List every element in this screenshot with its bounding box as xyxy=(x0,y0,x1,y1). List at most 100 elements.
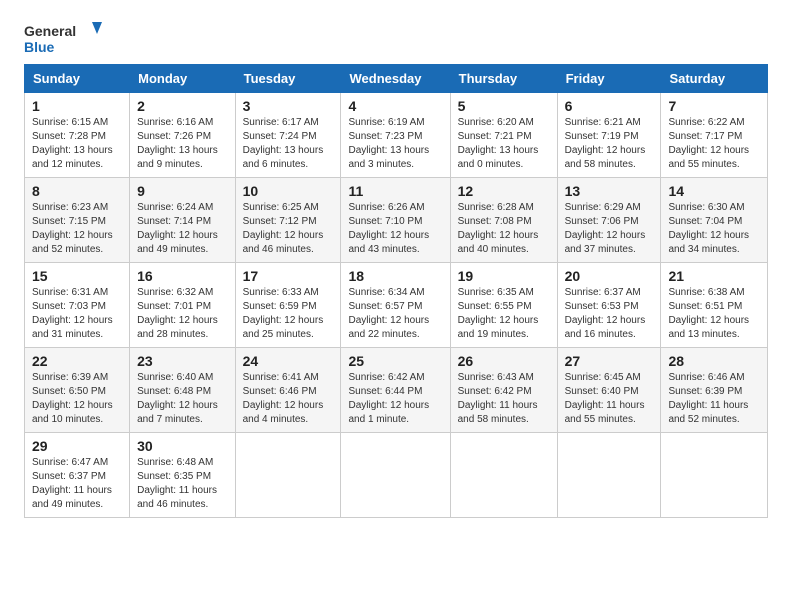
day-number: 19 xyxy=(458,268,550,284)
calendar-cell: 14 Sunrise: 6:30 AMSunset: 7:04 PMDayligh… xyxy=(661,178,768,263)
day-info: Sunrise: 6:35 AMSunset: 6:55 PMDaylight:… xyxy=(458,286,550,342)
day-info: Sunrise: 6:25 AMSunset: 7:12 PMDaylight:… xyxy=(243,201,334,257)
day-info: Sunrise: 6:31 AMSunset: 7:03 PMDaylight:… xyxy=(32,286,122,342)
week-row-2: 8 Sunrise: 6:23 AMSunset: 7:15 PMDaylight… xyxy=(25,178,768,263)
calendar-cell: 19 Sunrise: 6:35 AMSunset: 6:55 PMDayligh… xyxy=(450,263,557,348)
header-sunday: Sunday xyxy=(25,65,130,93)
day-info: Sunrise: 6:40 AMSunset: 6:48 PMDaylight:… xyxy=(137,371,227,427)
svg-text:General: General xyxy=(24,23,76,39)
day-number: 5 xyxy=(458,98,550,114)
calendar-cell: 7 Sunrise: 6:22 AMSunset: 7:17 PMDaylight… xyxy=(661,93,768,178)
calendar-cell: 13 Sunrise: 6:29 AMSunset: 7:06 PMDayligh… xyxy=(557,178,661,263)
header-monday: Monday xyxy=(130,65,235,93)
calendar-cell: 23 Sunrise: 6:40 AMSunset: 6:48 PMDayligh… xyxy=(130,348,235,433)
day-number: 13 xyxy=(565,183,654,199)
day-info: Sunrise: 6:46 AMSunset: 6:39 PMDaylight:… xyxy=(668,371,760,427)
day-info: Sunrise: 6:32 AMSunset: 7:01 PMDaylight:… xyxy=(137,286,227,342)
svg-text:Blue: Blue xyxy=(24,39,55,55)
calendar-cell: 10 Sunrise: 6:25 AMSunset: 7:12 PMDayligh… xyxy=(235,178,341,263)
calendar-cell: 29 Sunrise: 6:47 AMSunset: 6:37 PMDayligh… xyxy=(25,433,130,518)
calendar-cell: 3Sunrise: 6:17 AMSunset: 7:24 PMDaylight… xyxy=(235,93,341,178)
day-number: 2 xyxy=(137,98,227,114)
calendar-cell xyxy=(341,433,450,518)
calendar-cell: 21 Sunrise: 6:38 AMSunset: 6:51 PMDayligh… xyxy=(661,263,768,348)
day-info: Sunrise: 6:37 AMSunset: 6:53 PMDaylight:… xyxy=(565,286,654,342)
day-number: 4 xyxy=(348,98,442,114)
calendar-cell: 5 Sunrise: 6:20 AMSunset: 7:21 PMDaylight… xyxy=(450,93,557,178)
day-number: 12 xyxy=(458,183,550,199)
calendar-cell xyxy=(450,433,557,518)
day-info: Sunrise: 6:24 AMSunset: 7:14 PMDaylight:… xyxy=(137,201,227,257)
day-number: 11 xyxy=(348,183,442,199)
day-info: Sunrise: 6:22 AMSunset: 7:17 PMDaylight:… xyxy=(668,116,760,172)
calendar-cell: 4 Sunrise: 6:19 AMSunset: 7:23 PMDaylight… xyxy=(341,93,450,178)
week-row-4: 22Sunrise: 6:39 AMSunset: 6:50 PMDayligh… xyxy=(25,348,768,433)
day-number: 9 xyxy=(137,183,227,199)
day-info: Sunrise: 6:48 AMSunset: 6:35 PMDaylight:… xyxy=(137,456,227,512)
day-number: 14 xyxy=(668,183,760,199)
calendar-cell: 12 Sunrise: 6:28 AMSunset: 7:08 PMDayligh… xyxy=(450,178,557,263)
calendar-cell: 26 Sunrise: 6:43 AMSunset: 6:42 PMDayligh… xyxy=(450,348,557,433)
day-info: Sunrise: 6:43 AMSunset: 6:42 PMDaylight:… xyxy=(458,371,550,427)
day-info: Sunrise: 6:45 AMSunset: 6:40 PMDaylight:… xyxy=(565,371,654,427)
calendar-cell: 1 Sunrise: 6:15 AMSunset: 7:28 PMDaylight… xyxy=(25,93,130,178)
calendar-cell: 24 Sunrise: 6:41 AMSunset: 6:46 PMDayligh… xyxy=(235,348,341,433)
calendar-cell: 25Sunrise: 6:42 AMSunset: 6:44 PMDayligh… xyxy=(341,348,450,433)
day-info: Sunrise: 6:23 AMSunset: 7:15 PMDaylight:… xyxy=(32,201,122,257)
day-info: Sunrise: 6:34 AMSunset: 6:57 PMDaylight:… xyxy=(348,286,442,342)
calendar-cell: 9 Sunrise: 6:24 AMSunset: 7:14 PMDaylight… xyxy=(130,178,235,263)
day-info: Sunrise: 6:19 AMSunset: 7:23 PMDaylight:… xyxy=(348,116,442,172)
page-header: General Blue xyxy=(24,20,768,58)
week-row-1: 1 Sunrise: 6:15 AMSunset: 7:28 PMDaylight… xyxy=(25,93,768,178)
day-info: Sunrise: 6:26 AMSunset: 7:10 PMDaylight:… xyxy=(348,201,442,257)
day-info: Sunrise: 6:28 AMSunset: 7:08 PMDaylight:… xyxy=(458,201,550,257)
day-info: Sunrise: 6:21 AMSunset: 7:19 PMDaylight:… xyxy=(565,116,654,172)
day-number: 26 xyxy=(458,353,550,369)
day-info: Sunrise: 6:39 AMSunset: 6:50 PMDaylight:… xyxy=(32,371,122,427)
day-number: 8 xyxy=(32,183,122,199)
day-info: Sunrise: 6:16 AMSunset: 7:26 PMDaylight:… xyxy=(137,116,227,172)
day-number: 23 xyxy=(137,353,227,369)
calendar-cell: 8 Sunrise: 6:23 AMSunset: 7:15 PMDaylight… xyxy=(25,178,130,263)
day-info: Sunrise: 6:33 AMSunset: 6:59 PMDaylight:… xyxy=(243,286,334,342)
calendar-cell: 30 Sunrise: 6:48 AMSunset: 6:35 PMDayligh… xyxy=(130,433,235,518)
day-info: Sunrise: 6:47 AMSunset: 6:37 PMDaylight:… xyxy=(32,456,122,512)
calendar-cell: 16 Sunrise: 6:32 AMSunset: 7:01 PMDayligh… xyxy=(130,263,235,348)
day-info: Sunrise: 6:30 AMSunset: 7:04 PMDaylight:… xyxy=(668,201,760,257)
header-friday: Friday xyxy=(557,65,661,93)
day-number: 1 xyxy=(32,98,122,114)
calendar-cell: 6 Sunrise: 6:21 AMSunset: 7:19 PMDaylight… xyxy=(557,93,661,178)
week-row-5: 29 Sunrise: 6:47 AMSunset: 6:37 PMDayligh… xyxy=(25,433,768,518)
day-info: Sunrise: 6:17 AMSunset: 7:24 PMDaylight:… xyxy=(243,116,334,172)
day-number: 28 xyxy=(668,353,760,369)
header-row: SundayMondayTuesdayWednesdayThursdayFrid… xyxy=(25,65,768,93)
day-info: Sunrise: 6:38 AMSunset: 6:51 PMDaylight:… xyxy=(668,286,760,342)
day-info: Sunrise: 6:15 AMSunset: 7:28 PMDaylight:… xyxy=(32,116,122,172)
calendar-cell: 20 Sunrise: 6:37 AMSunset: 6:53 PMDayligh… xyxy=(557,263,661,348)
day-number: 29 xyxy=(32,438,122,454)
day-info: Sunrise: 6:41 AMSunset: 6:46 PMDaylight:… xyxy=(243,371,334,427)
day-number: 10 xyxy=(243,183,334,199)
logo: General Blue xyxy=(24,20,104,58)
day-info: Sunrise: 6:29 AMSunset: 7:06 PMDaylight:… xyxy=(565,201,654,257)
calendar-cell: 11 Sunrise: 6:26 AMSunset: 7:10 PMDayligh… xyxy=(341,178,450,263)
day-info: Sunrise: 6:20 AMSunset: 7:21 PMDaylight:… xyxy=(458,116,550,172)
calendar-cell: 27 Sunrise: 6:45 AMSunset: 6:40 PMDayligh… xyxy=(557,348,661,433)
day-number: 16 xyxy=(137,268,227,284)
day-number: 30 xyxy=(137,438,227,454)
header-tuesday: Tuesday xyxy=(235,65,341,93)
day-number: 20 xyxy=(565,268,654,284)
day-number: 25 xyxy=(348,353,442,369)
day-number: 24 xyxy=(243,353,334,369)
day-number: 15 xyxy=(32,268,122,284)
calendar-cell: 28 Sunrise: 6:46 AMSunset: 6:39 PMDayligh… xyxy=(661,348,768,433)
header-wednesday: Wednesday xyxy=(341,65,450,93)
calendar-cell: 17Sunrise: 6:33 AMSunset: 6:59 PMDayligh… xyxy=(235,263,341,348)
day-number: 27 xyxy=(565,353,654,369)
day-number: 21 xyxy=(668,268,760,284)
logo-svg: General Blue xyxy=(24,20,104,58)
calendar-cell: 22Sunrise: 6:39 AMSunset: 6:50 PMDayligh… xyxy=(25,348,130,433)
day-number: 7 xyxy=(668,98,760,114)
day-number: 6 xyxy=(565,98,654,114)
week-row-3: 15 Sunrise: 6:31 AMSunset: 7:03 PMDayligh… xyxy=(25,263,768,348)
